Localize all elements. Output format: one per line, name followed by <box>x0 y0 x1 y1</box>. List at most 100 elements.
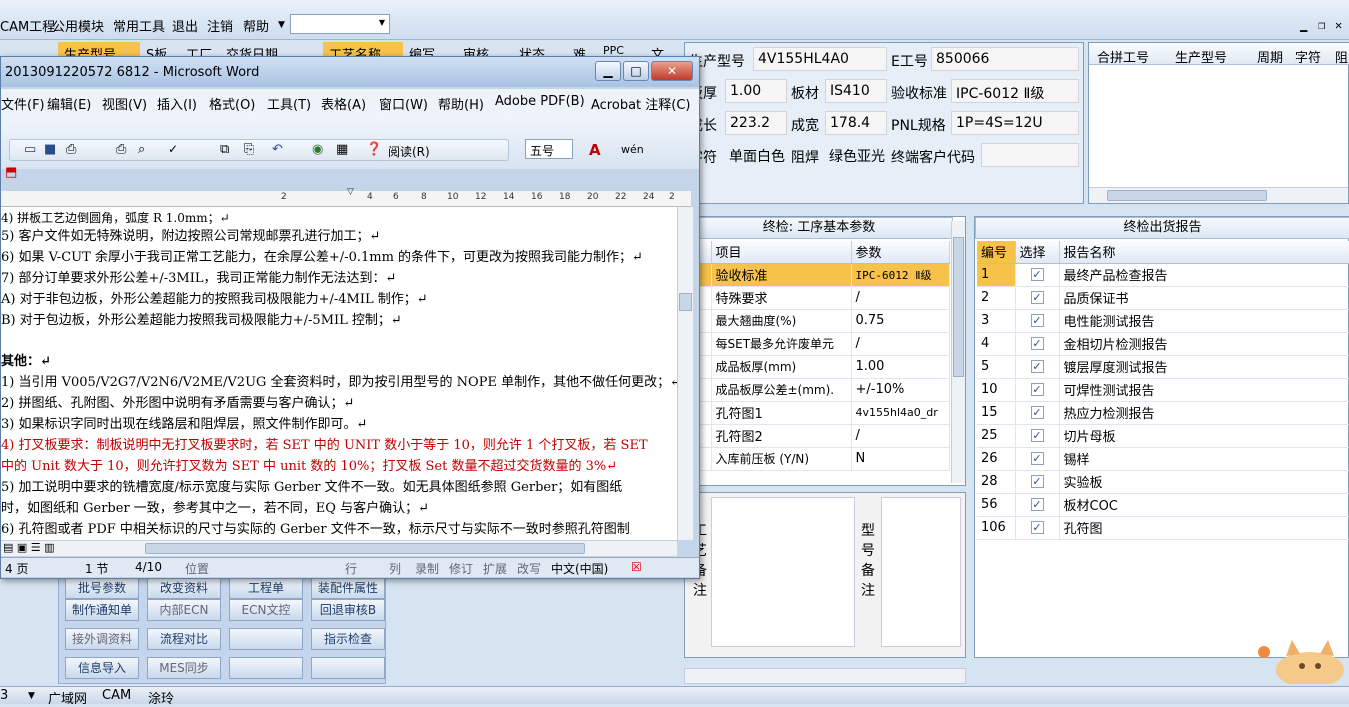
table-row[interactable]: 106 ✓ 孔符图 <box>977 516 1349 540</box>
pnl-field[interactable]: 1P=4S=12U <box>951 111 1079 135</box>
e-no-field[interactable]: 850066 <box>931 47 1079 71</box>
scroll-thumb[interactable] <box>953 237 964 377</box>
table-row[interactable]: 25 ✓ 切片母板 <box>977 424 1349 448</box>
menu-tools[interactable]: 常用工具 <box>113 16 165 35</box>
report-checkbox[interactable]: ✓ <box>1030 406 1044 419</box>
report-checkbox[interactable]: ✓ <box>1030 429 1044 442</box>
word-menu-format[interactable]: 格式(O) <box>209 94 255 113</box>
change-data-button[interactable]: 改变资料 <box>147 577 221 599</box>
report-checkbox[interactable]: ✓ <box>1030 498 1044 511</box>
thickness-field[interactable]: 1.00 <box>725 79 787 103</box>
print-icon[interactable]: ⎙ <box>116 142 126 157</box>
word-menu-window[interactable]: 窗口(W) <box>379 94 428 113</box>
report-checkbox[interactable]: ✓ <box>1030 314 1044 327</box>
status-rev[interactable]: 修订 <box>449 560 473 577</box>
close-icon[interactable]: ✕ <box>651 61 693 81</box>
word-menu-pdf[interactable]: Adobe PDF(B) <box>495 94 585 109</box>
acrobat-icon[interactable]: ⬒ <box>5 165 17 180</box>
tab-3[interactable]: 3 <box>0 688 8 703</box>
undo-icon[interactable]: ↶ <box>272 142 283 157</box>
table-row[interactable]: 5成品板厚(mm)1.00 <box>685 355 950 379</box>
model-field[interactable]: 4V155HL4A0 <box>753 47 887 71</box>
word-ruler[interactable]: 2 ▽ 4 6 8 10 12 14 16 18 20 22 24 2 <box>1 187 691 207</box>
scroll-thumb[interactable] <box>145 543 585 554</box>
word-menu-edit[interactable]: 编辑(E) <box>47 94 91 113</box>
report-checkbox[interactable]: ✓ <box>1030 337 1044 350</box>
char-field[interactable]: 单面白色 <box>725 143 787 167</box>
hyperlink-icon[interactable]: ◉ <box>312 142 323 157</box>
permission-icon[interactable]: ⎙ <box>66 142 76 157</box>
table-row[interactable]: 1入库前压板 (Y/N)N <box>685 447 950 471</box>
tab-wan[interactable]: 广域网 <box>48 688 87 707</box>
col-merge-cycle[interactable]: 周期 <box>1257 47 1283 66</box>
menu-logout[interactable]: 注销 <box>207 16 233 35</box>
scroll-thumb[interactable] <box>1107 190 1267 201</box>
customer-field[interactable] <box>981 143 1079 167</box>
minimize-icon[interactable]: ▁ <box>595 61 621 81</box>
blank-button-2[interactable] <box>229 657 303 679</box>
word-menu-table[interactable]: 表格(A) <box>321 94 366 113</box>
table-row[interactable]: 28 ✓ 实验板 <box>977 470 1349 494</box>
phonetic-icon[interactable]: wén <box>621 143 644 156</box>
col-report-name[interactable]: 报告名称 <box>1059 241 1349 264</box>
chevron-down-icon[interactable]: ▼ <box>379 18 385 27</box>
table-row[interactable]: 5 ✓ 镀层厚度测试报告 <box>977 355 1349 379</box>
table-row[interactable]: 10 ✓ 可焊性测试报告 <box>977 378 1349 402</box>
word-menu-file[interactable]: 文件(F) <box>1 94 45 113</box>
doc-vscrollbar[interactable] <box>677 207 693 540</box>
spelling-icon[interactable]: ✓ <box>168 142 178 156</box>
col-merge-mask[interactable]: 阻 <box>1335 47 1348 66</box>
table-icon[interactable]: ▦ <box>336 142 348 157</box>
help-icon[interactable]: ❓ <box>366 142 382 157</box>
new-icon[interactable]: ▭ <box>24 142 36 157</box>
col-merge-model[interactable]: 生产型号 <box>1175 47 1227 66</box>
notes-hscrollbar[interactable] <box>684 668 966 684</box>
word-menu-tools[interactable]: 工具(T) <box>267 94 311 113</box>
scroll-thumb[interactable] <box>679 293 692 311</box>
status-rec[interactable]: 录制 <box>415 560 439 577</box>
ecn-control-button[interactable]: ECN文控 <box>229 599 303 621</box>
eng-sheet-button[interactable]: 工程单 <box>229 577 303 599</box>
blank-button-3[interactable] <box>311 657 385 679</box>
table-row[interactable]: 最大翘曲度(%) 0.75 <box>685 309 950 333</box>
doc-hscrollbar[interactable]: ▤ ▣ ☰ ▥ <box>1 540 677 556</box>
flow-compare-button[interactable]: 流程对比 <box>147 628 221 650</box>
table-row[interactable]: 26 ✓ 锡样 <box>977 447 1349 471</box>
word-menu-insert[interactable]: 插入(I) <box>157 94 197 113</box>
spelling-status-icon[interactable]: ☒ <box>631 560 642 574</box>
chevron-down-icon[interactable]: ▼ <box>28 691 35 701</box>
word-menu-view[interactable]: 视图(V) <box>102 94 147 113</box>
merge-hscrollbar[interactable] <box>1089 187 1348 203</box>
mes-sync-button[interactable]: MES同步 <box>147 657 221 679</box>
col-merge-char[interactable]: 字符 <box>1295 47 1321 66</box>
material-field[interactable]: IS410 <box>825 79 887 103</box>
col-merge-no[interactable]: 合拼工号 <box>1097 47 1149 66</box>
menu-cam[interactable]: CAM工程 <box>0 16 55 35</box>
word-menu-acrobat[interactable]: Acrobat 注释(C) <box>591 94 691 113</box>
standard-field[interactable]: IPC-6012 Ⅱ级 <box>951 79 1079 103</box>
table-row[interactable]: 0验收标准IPC-6012 Ⅱ级 <box>685 263 950 287</box>
params-vscrollbar[interactable] <box>951 221 965 483</box>
close-icon[interactable]: ✕ <box>1335 18 1342 32</box>
width-field[interactable]: 178.4 <box>825 111 887 135</box>
report-checkbox[interactable]: ✓ <box>1030 268 1044 281</box>
minimize-icon[interactable]: ▁ <box>1300 18 1307 32</box>
read-mode-button[interactable]: 阅读(R) <box>388 143 430 160</box>
menu-common[interactable]: 公用模块 <box>52 16 104 35</box>
table-row[interactable]: 6成品板厚公差±(mm).+/-10% <box>685 378 950 402</box>
word-document[interactable]: 4) 拼板工艺边倒圆角，弧度 R 1.0mm；↵ 5) 客户文件如无特殊说明，附… <box>1 207 677 540</box>
length-field[interactable]: 223.2 <box>725 111 787 135</box>
menu-help[interactable]: 帮助 <box>243 16 269 35</box>
col-report-no[interactable]: 编号 <box>977 241 1016 264</box>
status-ext[interactable]: 扩展 <box>483 560 507 577</box>
report-checkbox[interactable]: ✓ <box>1030 452 1044 465</box>
external-data-button[interactable]: 接外调资料 <box>65 628 139 650</box>
mask-field[interactable]: 绿色亚光 <box>825 143 889 167</box>
indent-marker-icon[interactable]: ▽ <box>347 187 354 197</box>
save-icon[interactable]: ■ <box>44 142 56 157</box>
table-row[interactable]: 特殊要求 / <box>685 286 950 310</box>
col-param[interactable]: 参数 <box>851 241 950 264</box>
report-checkbox[interactable]: ✓ <box>1030 475 1044 488</box>
table-row[interactable]: 3 ✓ 电性能测试报告 <box>977 309 1349 333</box>
blank-button-1[interactable] <box>229 628 303 650</box>
